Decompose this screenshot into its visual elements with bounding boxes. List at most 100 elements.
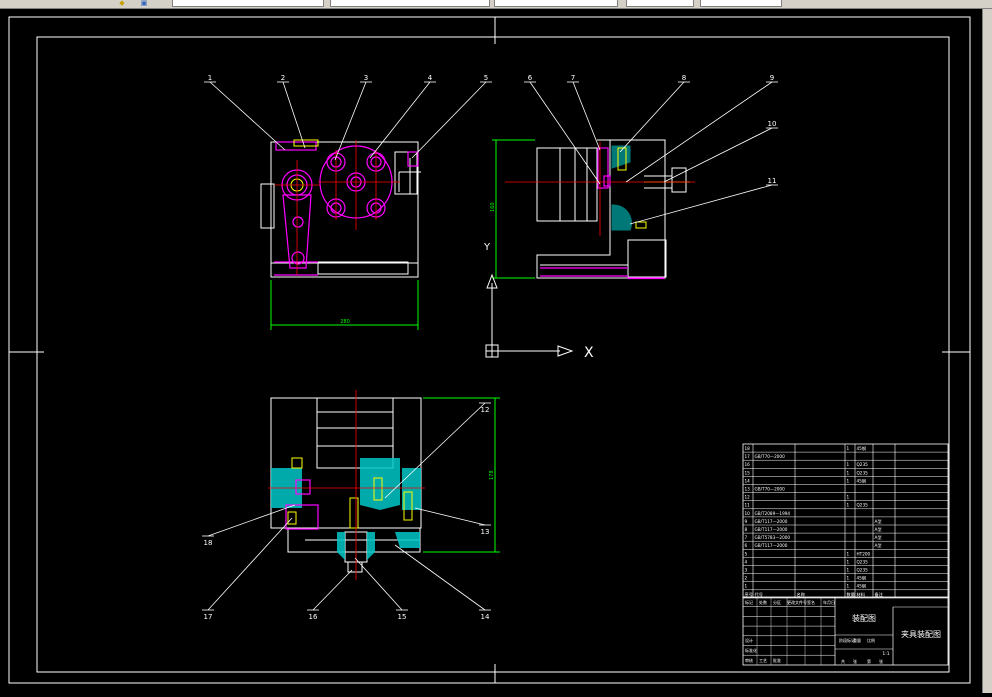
callout-balloon-18: 18 — [204, 539, 213, 547]
bom-cell-mat: 45钢 — [857, 445, 867, 452]
bom-cell-no: 5 — [745, 551, 748, 556]
titleblock-label: 标记 — [745, 599, 753, 605]
bom-cell-code: GB/T70—2000 — [755, 454, 786, 459]
bom-cell-no: 4 — [745, 559, 748, 564]
bottom-hatch — [271, 458, 421, 560]
callout-balloon-1: 1 — [208, 74, 212, 82]
bom-table: 18 1 45钢17 GB/T70—200016 1 Q23515 1 Q23514 1 45钢1… — [742, 443, 949, 599]
callout-balloon-14: 14 — [481, 613, 490, 621]
leader-line-5 — [411, 81, 487, 159]
bom-cell-mat: Q235 — [857, 559, 869, 564]
callout-balloon-2: 2 — [281, 74, 285, 82]
titleblock-label: 比例 — [867, 637, 875, 643]
bom-cell-no: 3 — [745, 568, 748, 573]
bom-cell-no: 18 — [745, 446, 751, 451]
bom-cell-qty: 1 — [847, 495, 850, 500]
linetype-dropdown[interactable] — [494, 0, 618, 7]
bom-cell-mat: Q235 — [857, 503, 869, 508]
titleblock-scale: 1:1 — [882, 651, 889, 657]
bom-cell-no: 17 — [745, 454, 751, 459]
bom-cell-qty: 1 — [847, 551, 850, 556]
bom-cell-qty: 1 — [847, 584, 850, 589]
lineweight-dropdown[interactable] — [626, 0, 694, 7]
titleblock-label: 更改文件号 — [787, 599, 807, 605]
callout-balloon-6: 6 — [528, 74, 533, 82]
leader-line-8 — [619, 81, 685, 153]
bom-cell-no: 15 — [745, 470, 751, 475]
bom-cell-mat: Q235 — [857, 462, 869, 467]
leader-line-11 — [629, 184, 773, 225]
bom-cell-no: 16 — [745, 462, 751, 467]
callout-balloon-17: 17 — [204, 613, 213, 621]
dim-side-height — [492, 139, 535, 279]
ucs-icon — [485, 273, 574, 358]
titleblock-label: 处数 — [759, 599, 767, 605]
callout-balloon-13: 13 — [481, 528, 490, 536]
titleblock-label: 设计 — [745, 637, 753, 643]
bom-cell-mat: Q235 — [857, 568, 869, 573]
leader-line-14 — [394, 544, 486, 611]
cad-drawing: 280 160 178 X Y 1 2 3 4 5 6 7 8 91011121… — [8, 16, 971, 684]
ucs-x-label: X — [584, 345, 594, 361]
callout-balloon-9: 9 — [770, 74, 774, 82]
color-dropdown[interactable] — [330, 0, 490, 7]
callout-balloon-7: 7 — [571, 74, 575, 82]
callout-balloon-5: 5 — [484, 74, 488, 82]
leader-line-6 — [529, 81, 601, 185]
titleblock-label: 标准化 — [745, 647, 757, 653]
bom-cell-no: 11 — [745, 503, 751, 508]
layer-icon[interactable]: ◆ — [118, 0, 126, 7]
titleblock-label: 签名 — [807, 599, 815, 605]
front-view: 280 — [260, 139, 421, 330]
bom-cell-qty: 1 — [847, 446, 850, 451]
bom-cell-qty: 1 — [847, 503, 850, 508]
title-block: 标记 处数 分区 更改文件号 签名 年月日设计标准化审核 工艺 批准阶段标记重量 比例共张第张装… — [742, 596, 949, 666]
titleblock-label: 批准 — [773, 657, 781, 663]
callout-balloon-8: 8 — [682, 74, 686, 82]
bom-cell-qty: 1 — [847, 568, 850, 573]
bom-cell-note: A型 — [875, 534, 882, 540]
leader-line-18 — [207, 504, 296, 537]
titleblock-label: 共 — [841, 658, 845, 664]
bom-cell-mat: 45钢 — [857, 575, 867, 582]
leader-line-12 — [384, 402, 486, 499]
titleblock-label: 分区 — [773, 599, 781, 605]
bom-cell-no: 13 — [745, 487, 751, 492]
bom-cell-no: 9 — [745, 519, 748, 524]
titleblock-label: 张 — [853, 658, 857, 664]
leader-line-2 — [282, 81, 306, 149]
bom-cell-code: GB/T70—2000 — [755, 487, 786, 492]
layer-dropdown[interactable] — [172, 0, 324, 7]
side-view: 160 — [490, 139, 695, 280]
leader-line-3 — [334, 81, 367, 161]
leader-line-13 — [414, 507, 486, 526]
bom-cell-mat: HT200 — [857, 551, 871, 556]
bom-cell-no: 14 — [745, 478, 751, 483]
drawing-canvas[interactable]: 280 160 178 X Y 1 2 3 4 5 6 7 8 9 10 11 … — [0, 9, 992, 693]
plotstyle-dropdown[interactable] — [700, 0, 782, 7]
toolbar: ◆ ▣ — [0, 0, 992, 9]
titleblock-label: 第 — [867, 658, 871, 664]
callout-balloon-10: 10 — [768, 120, 777, 128]
callout-balloon-15: 15 — [398, 613, 407, 621]
sheet-frame — [8, 16, 971, 684]
bom-cell-qty: 1 — [847, 559, 850, 564]
callout-balloons: 1 2 3 4 5 6 7 8 9101112131415161718 — [204, 74, 777, 621]
titleblock-label: 年月日 — [823, 599, 835, 605]
callout-balloon-11: 11 — [768, 177, 777, 185]
cube-icon[interactable]: ▣ — [140, 0, 148, 7]
titleblock-label: 审核 — [745, 657, 753, 663]
leader-line-15 — [354, 557, 403, 611]
bom-cell-no: 8 — [745, 527, 748, 532]
bom-cell-no: 6 — [745, 543, 748, 548]
callout-balloon-16: 16 — [309, 613, 318, 621]
bom-cell-no: 1 — [745, 584, 748, 589]
titleblock-label: 工艺 — [759, 658, 767, 663]
bom-cell-mat: 45钢 — [857, 477, 867, 484]
leader-line-4 — [369, 81, 431, 159]
bom-cell-code: GB/T117—2000 — [755, 527, 788, 532]
dim-front-width-text: 280 — [340, 319, 350, 325]
leader-line-7 — [572, 81, 601, 151]
bom-cell-qty: 1 — [847, 462, 850, 467]
bom-cell-note: A型 — [875, 518, 882, 524]
